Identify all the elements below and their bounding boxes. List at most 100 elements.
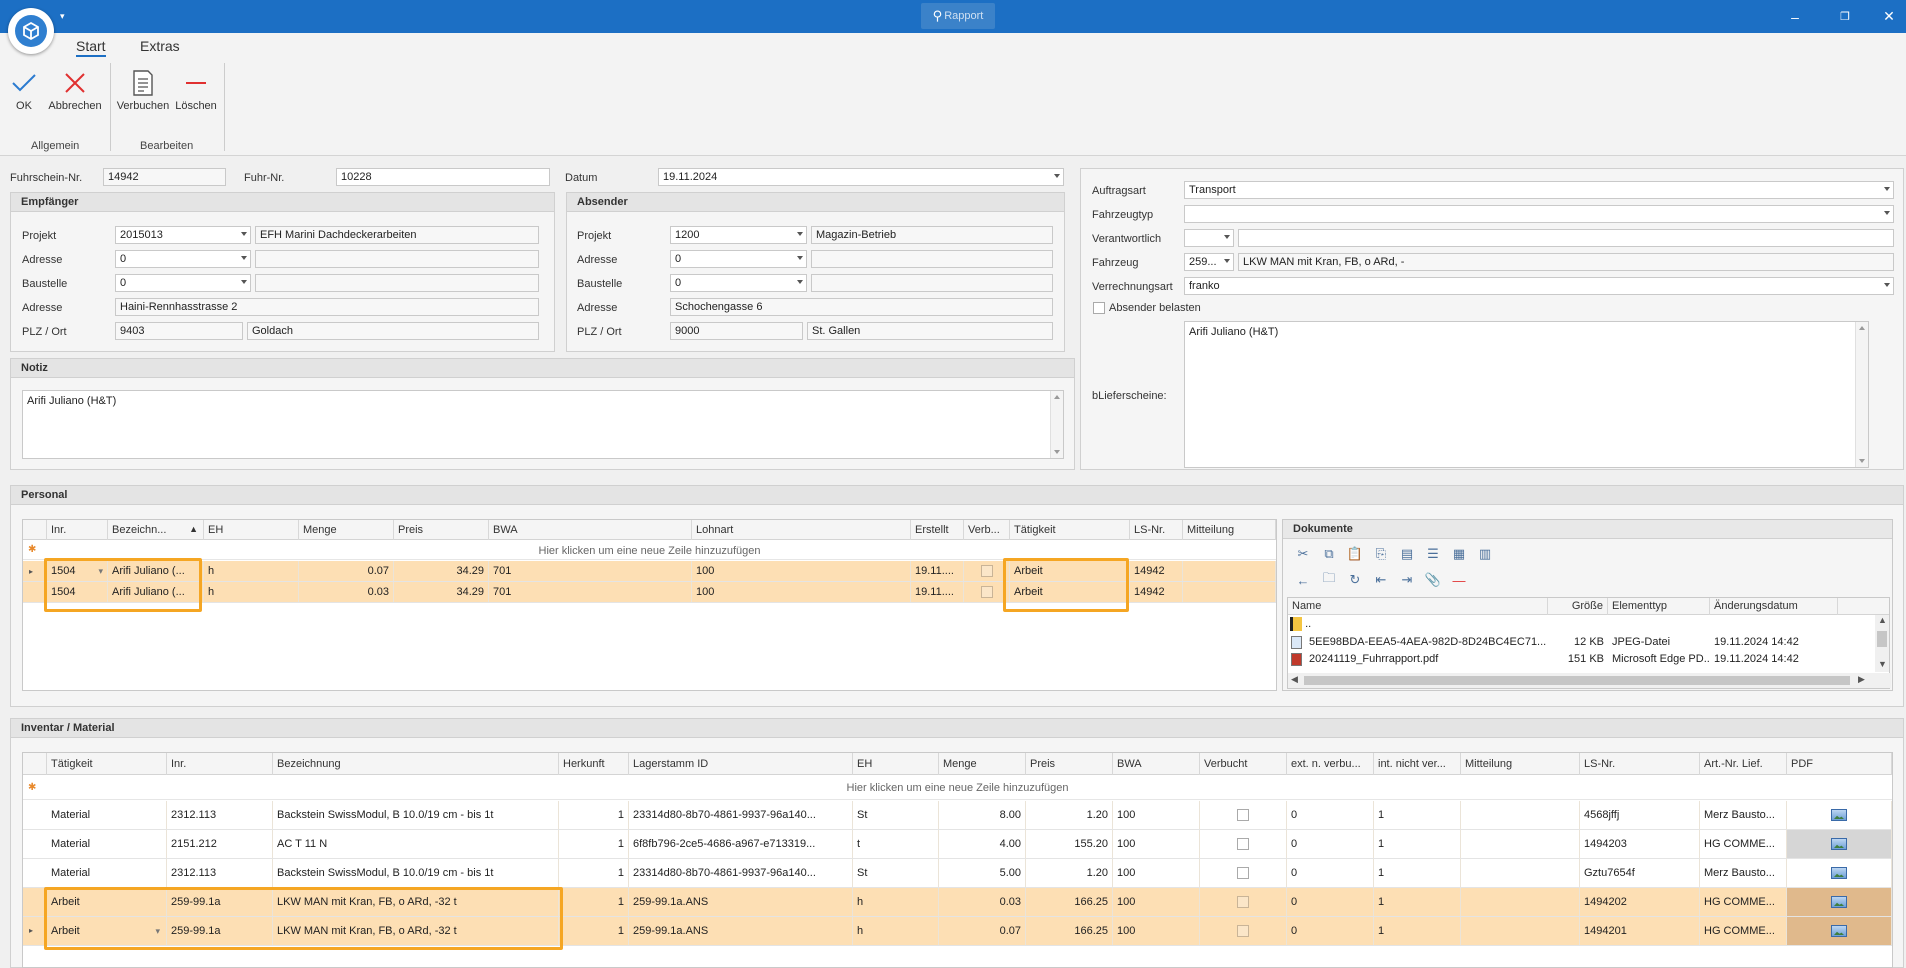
col-inr[interactable]: Inr. [47,520,108,540]
sender-site-select[interactable]: 0 [670,274,807,292]
cell-origin[interactable]: 1 [559,830,629,858]
col-ls-nr[interactable]: LS-Nr. [1130,520,1183,540]
cell-message[interactable] [1183,582,1276,602]
doc-col-type[interactable]: Elementtyp [1608,598,1710,615]
documents-vscroll[interactable]: ▲ ▼ [1875,615,1889,672]
inv-col-9[interactable]: Verbucht [1200,753,1287,775]
pdf-preview-icon[interactable] [1787,801,1892,829]
inv-col-14[interactable]: Art.-Nr. Lief. [1700,753,1787,775]
cell-activity[interactable]: Arbeit [1010,582,1130,602]
trip-field[interactable]: 10228 [336,168,550,186]
cell-created[interactable]: 19.11.... [911,582,964,602]
cell-price[interactable]: 166.25 [1026,888,1113,916]
inv-col-1[interactable]: Inr. [167,753,273,775]
cell-inr[interactable]: 1504 [47,582,108,602]
document-row[interactable]: 20241119_Fuhrrapport.pdf 151 KB Microsoft … [1288,651,1876,668]
responsible-name[interactable] [1238,229,1894,247]
col-verbucht[interactable]: Verb... [964,520,1010,540]
cell-origin[interactable]: 1 [559,917,629,945]
col-eh[interactable]: EH [204,520,299,540]
col-lohnart[interactable]: Lohnart [692,520,911,540]
posted-checkbox[interactable] [1200,859,1287,887]
cell-ext[interactable]: 0 [1287,801,1374,829]
documents-list[interactable]: Name Größe Elementtyp Änderungsdatum .. … [1287,597,1891,689]
note-textarea[interactable]: Arifi Juliano (H&T) [22,390,1064,459]
list-view-icon[interactable]: ☰ [1425,546,1441,562]
cell-price[interactable]: 1.20 [1026,859,1113,887]
cell-bwa[interactable]: 100 [1113,888,1200,916]
license-field[interactable]: 14942 [103,168,226,186]
cell-ls[interactable]: Gztu7654f [1580,859,1700,887]
back-icon[interactable]: ← [1295,572,1311,588]
app-logo[interactable] [8,8,54,54]
inv-col-7[interactable]: Preis [1026,753,1113,775]
cell-ls[interactable]: 1494201 [1580,917,1700,945]
cell-bwa[interactable]: 701 [489,582,692,602]
new-folder-icon[interactable]: 🗀 [1321,570,1337,588]
cell-act[interactable]: Material [47,859,167,887]
inv-col-10[interactable]: ext. n. verbu... [1287,753,1374,775]
delete-doc-icon[interactable]: — [1451,572,1467,588]
cell-message[interactable] [1461,917,1580,945]
ok-button[interactable]: OK [8,66,40,112]
cell-message[interactable] [1461,801,1580,829]
cell-ext[interactable]: 0 [1287,859,1374,887]
cell-name[interactable]: AC T 11 N [273,830,559,858]
cell-qty[interactable]: 4.00 [939,830,1026,858]
doc-col-name[interactable]: Name [1288,598,1548,615]
delivery-textarea[interactable]: Arifi Juliano (H&T) [1184,321,1869,468]
minimize-button[interactable]: – [1772,0,1818,33]
cell-eh[interactable]: St [853,859,939,887]
cell-inr[interactable]: 2151.212 [167,830,273,858]
cell-act[interactable]: Material [47,830,167,858]
inventory-new-row[interactable]: ✱ Hier klicken um eine neue Zeile hinzuz… [23,776,1892,800]
cell-price[interactable]: 166.25 [1026,917,1113,945]
cell-act[interactable]: Material [47,801,167,829]
inventory-row[interactable]: Material 2312.113 Backstein SwissModul, B … [23,859,1892,888]
cell-bwa[interactable]: 100 [1113,859,1200,887]
cell-qty[interactable]: 0.03 [299,582,394,602]
charge-sender-checkbox[interactable] [1093,302,1105,314]
cell-message[interactable] [1461,830,1580,858]
billing-select[interactable]: franko [1184,277,1894,295]
inventory-row[interactable]: Material 2151.212 AC T 11 N 1 6f8fb796-2ce5-… [23,830,1892,859]
col-bwa[interactable]: BWA [489,520,692,540]
cell-bwa[interactable]: 100 [1113,917,1200,945]
doc-col-size[interactable]: Größe [1548,598,1608,615]
cell-stock[interactable]: 259-99.1a.ANS [629,917,853,945]
cell-stock[interactable]: 23314d80-8b70-4861-9937-96a140... [629,801,853,829]
cell-eh[interactable]: h [853,917,939,945]
paste-special-icon[interactable]: ⎘ [1373,546,1389,562]
personal-new-row[interactable]: ✱ Hier klicken um eine neue Zeile hinzuz… [23,541,1276,560]
cell-qty[interactable]: 8.00 [939,801,1026,829]
cell-name[interactable]: Arifi Juliano (... [108,582,204,602]
cell-ext[interactable]: 0 [1287,830,1374,858]
delete-button[interactable]: Löschen [174,66,218,112]
posted-checkbox[interactable] [1200,801,1287,829]
inv-col-2[interactable]: Bezeichnung [273,753,559,775]
inv-col-3[interactable]: Herkunft [559,753,629,775]
cell-inr[interactable]: 1504 ▾ [47,561,108,581]
posted-checkbox[interactable] [964,561,1010,581]
copy-icon[interactable]: ⧉ [1321,546,1337,562]
cell-origin[interactable]: 1 [559,801,629,829]
tiles-view-icon[interactable]: ▥ [1477,546,1493,562]
inv-col-15[interactable]: PDF [1787,753,1892,775]
cell-eh[interactable]: t [853,830,939,858]
cell-ls[interactable]: 1494202 [1580,888,1700,916]
cell-qty[interactable]: 0.03 [939,888,1026,916]
col-taetigkeit[interactable]: Tätigkeit [1010,520,1130,540]
cell-price[interactable]: 155.20 [1026,830,1113,858]
cell-ls[interactable]: 4568jffj [1580,801,1700,829]
cell-ls[interactable]: 14942 [1130,561,1183,581]
post-button[interactable]: Verbuchen [116,66,170,112]
date-field[interactable]: 19.11.2024 [658,168,1064,186]
close-button[interactable]: ✕ [1866,0,1906,33]
cell-int[interactable]: 1 [1374,830,1461,858]
col-bezeichnung[interactable]: Bezeichn... ▲ [108,520,204,540]
inv-col-13[interactable]: LS-Nr. [1580,753,1700,775]
inventory-row[interactable]: Material 2312.113 Backstein SwissModul, B … [23,801,1892,830]
cell-int[interactable]: 1 [1374,859,1461,887]
inv-col-6[interactable]: Menge [939,753,1026,775]
cell-ls[interactable]: 14942 [1130,582,1183,602]
